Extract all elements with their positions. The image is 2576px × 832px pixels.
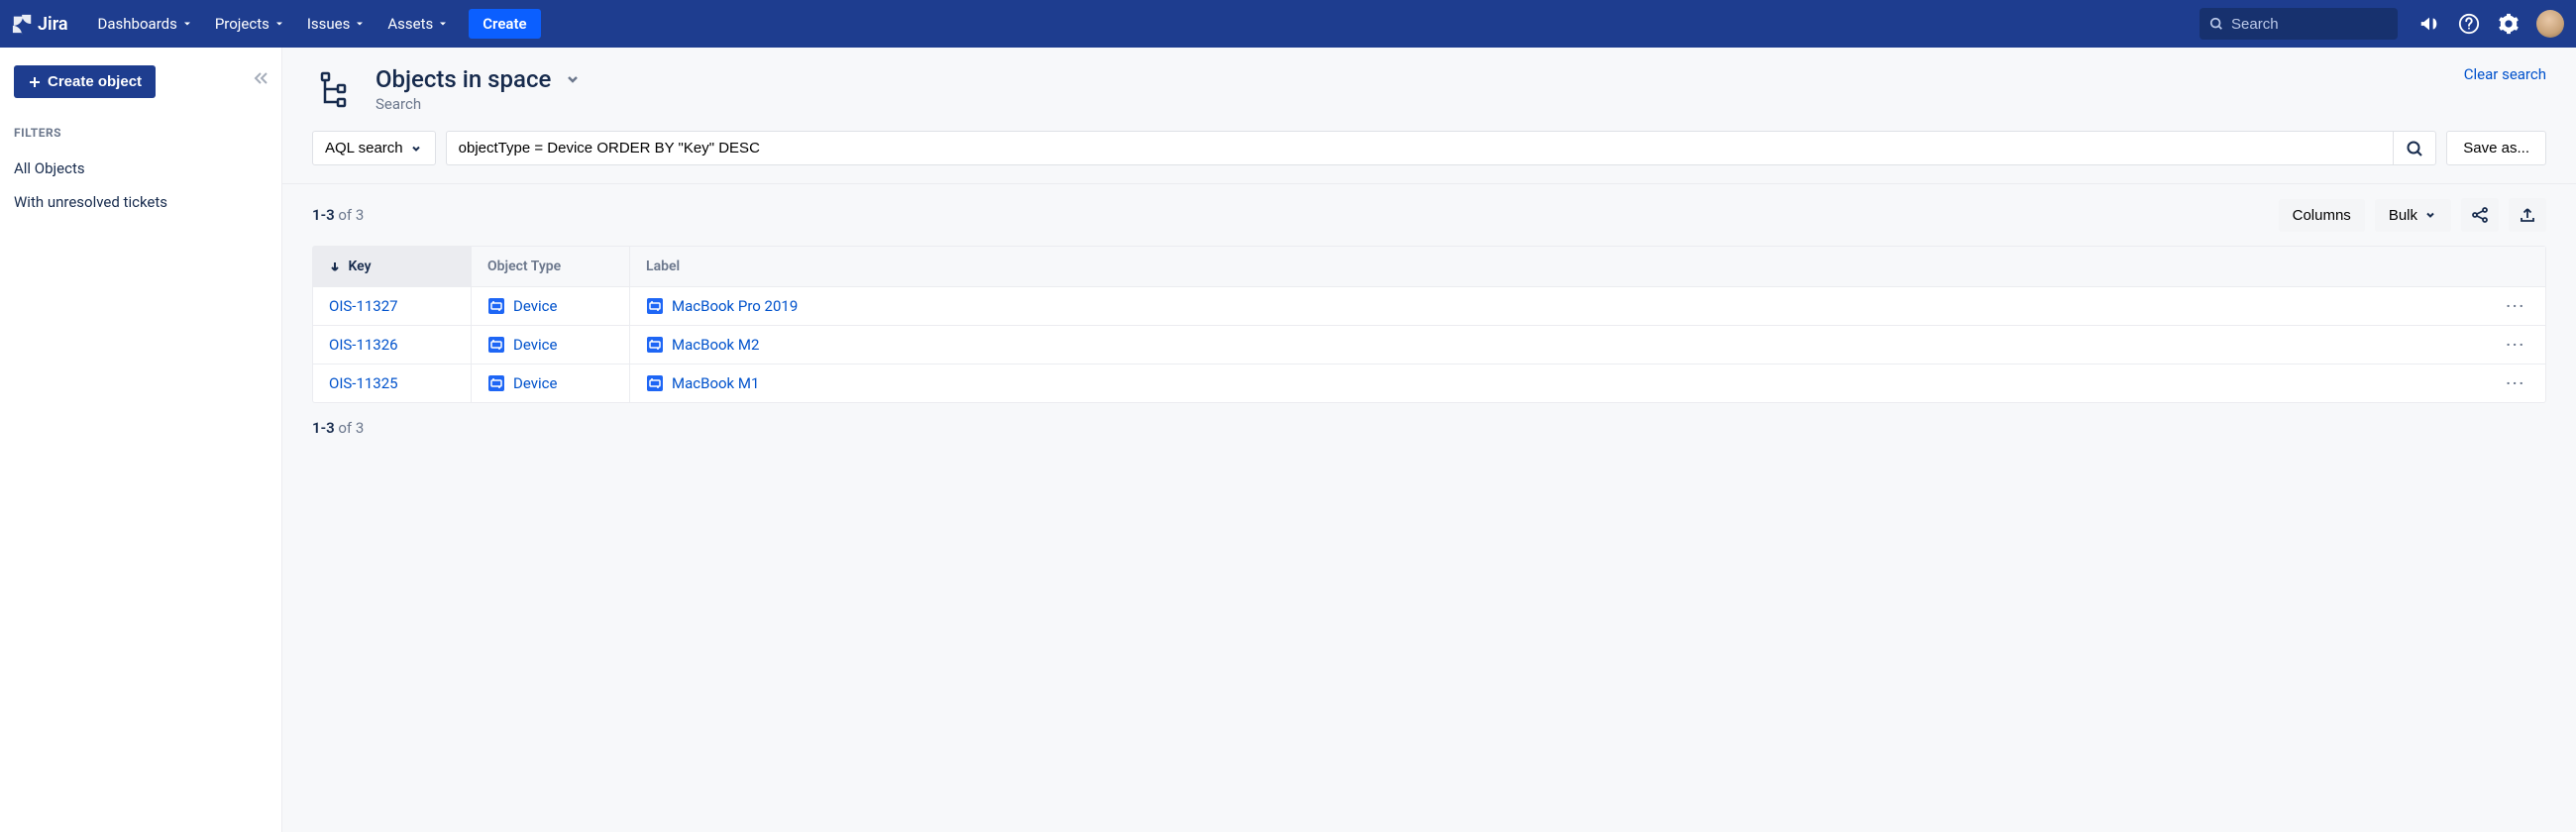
aql-search-toggle[interactable]: AQL search — [312, 131, 436, 165]
col-label[interactable]: Label — [630, 247, 2545, 287]
objects-space-icon — [312, 65, 360, 113]
chevron-down-icon — [409, 142, 423, 156]
results-table: Key Object Type Label OIS-11327 Device Mac… — [312, 246, 2546, 403]
user-avatar[interactable] — [2536, 10, 2564, 38]
search-submit-button[interactable] — [2393, 131, 2436, 165]
filter-unresolved[interactable]: With unresolved tickets — [14, 185, 268, 219]
results-toolbar: 1-3 of 3 Columns Bulk — [282, 184, 2576, 246]
nav-assets[interactable]: Assets — [377, 9, 459, 39]
global-search[interactable] — [2200, 8, 2398, 40]
chevron-down-icon — [273, 18, 285, 30]
sidebar-collapse-icon[interactable] — [252, 69, 269, 87]
filter-all-objects[interactable]: All Objects — [14, 152, 268, 185]
export-icon — [2519, 206, 2536, 224]
table-row: OIS-11325 Device MacBook M1 ··· — [313, 364, 2545, 402]
object-key-link[interactable]: OIS-11326 — [329, 336, 398, 354]
col-key[interactable]: Key — [313, 247, 472, 287]
filters-heading: FILTERS — [14, 126, 268, 140]
create-object-button[interactable]: Create object — [14, 65, 156, 98]
page-header: Objects in space Search Clear search — [282, 48, 2576, 113]
object-type-link[interactable]: Device — [487, 336, 613, 354]
device-icon — [646, 297, 664, 315]
nav-dashboards[interactable]: Dashboards — [88, 9, 203, 39]
bulk-button[interactable]: Bulk — [2375, 199, 2451, 232]
col-object-type[interactable]: Object Type — [472, 247, 630, 287]
chevron-down-icon[interactable] — [563, 69, 583, 89]
page-title: Objects in space — [376, 65, 551, 93]
nav-issues[interactable]: Issues — [297, 9, 376, 39]
object-label-link[interactable]: MacBook M2 — [646, 336, 759, 354]
search-icon — [2209, 16, 2223, 32]
chevron-down-icon — [181, 18, 193, 30]
jira-logo-icon — [12, 13, 34, 35]
results-count-top: 1-3 of 3 — [312, 206, 364, 224]
share-icon — [2471, 206, 2489, 224]
device-icon — [487, 374, 505, 392]
device-icon — [487, 336, 505, 354]
page-subtitle: Search — [376, 95, 583, 113]
help-icon[interactable] — [2457, 12, 2481, 36]
table-row: OIS-11327 Device MacBook Pro 2019 ··· — [313, 287, 2545, 326]
row-more-icon[interactable]: ··· — [2502, 374, 2529, 392]
results-count-bottom: 1-3 of 3 — [282, 403, 2576, 453]
columns-button[interactable]: Columns — [2279, 199, 2365, 232]
object-key-link[interactable]: OIS-11327 — [329, 297, 398, 315]
nav-create-button[interactable]: Create — [469, 9, 540, 39]
settings-icon[interactable] — [2497, 12, 2521, 36]
sort-desc-icon — [329, 260, 341, 272]
jira-logo-text: Jira — [38, 14, 68, 35]
chevron-down-icon — [2423, 208, 2437, 222]
aql-query-input[interactable] — [446, 131, 2394, 165]
sidebar: Create object FILTERS All Objects With u… — [0, 48, 282, 832]
plus-icon — [28, 75, 42, 89]
jira-logo[interactable]: Jira — [12, 13, 68, 35]
clear-search-link[interactable]: Clear search — [2464, 65, 2546, 83]
device-icon — [487, 297, 505, 315]
row-more-icon[interactable]: ··· — [2502, 297, 2529, 315]
chevron-down-icon — [437, 18, 449, 30]
object-type-link[interactable]: Device — [487, 297, 613, 315]
export-button[interactable] — [2509, 198, 2546, 232]
share-button[interactable] — [2461, 198, 2499, 232]
top-navbar: Jira Dashboards Projects Issues Assets C… — [0, 0, 2576, 48]
object-label-link[interactable]: MacBook M1 — [646, 374, 759, 392]
save-as-button[interactable]: Save as... — [2446, 131, 2546, 165]
object-type-link[interactable]: Device — [487, 374, 613, 392]
global-search-input[interactable] — [2231, 16, 2388, 33]
search-bar: AQL search Save as... — [282, 113, 2576, 183]
object-label-link[interactable]: MacBook Pro 2019 — [646, 297, 798, 315]
nav-right — [2417, 10, 2564, 38]
table-row: OIS-11326 Device MacBook M2 ··· — [313, 326, 2545, 364]
nav-projects[interactable]: Projects — [205, 9, 295, 39]
announce-icon[interactable] — [2417, 12, 2441, 36]
search-icon — [2406, 140, 2423, 157]
main-content: Objects in space Search Clear search AQL… — [282, 48, 2576, 832]
device-icon — [646, 374, 664, 392]
device-icon — [646, 336, 664, 354]
nav-items: Dashboards Projects Issues Assets Create — [88, 9, 541, 39]
chevron-down-icon — [354, 18, 366, 30]
object-key-link[interactable]: OIS-11325 — [329, 374, 398, 392]
row-more-icon[interactable]: ··· — [2502, 336, 2529, 354]
